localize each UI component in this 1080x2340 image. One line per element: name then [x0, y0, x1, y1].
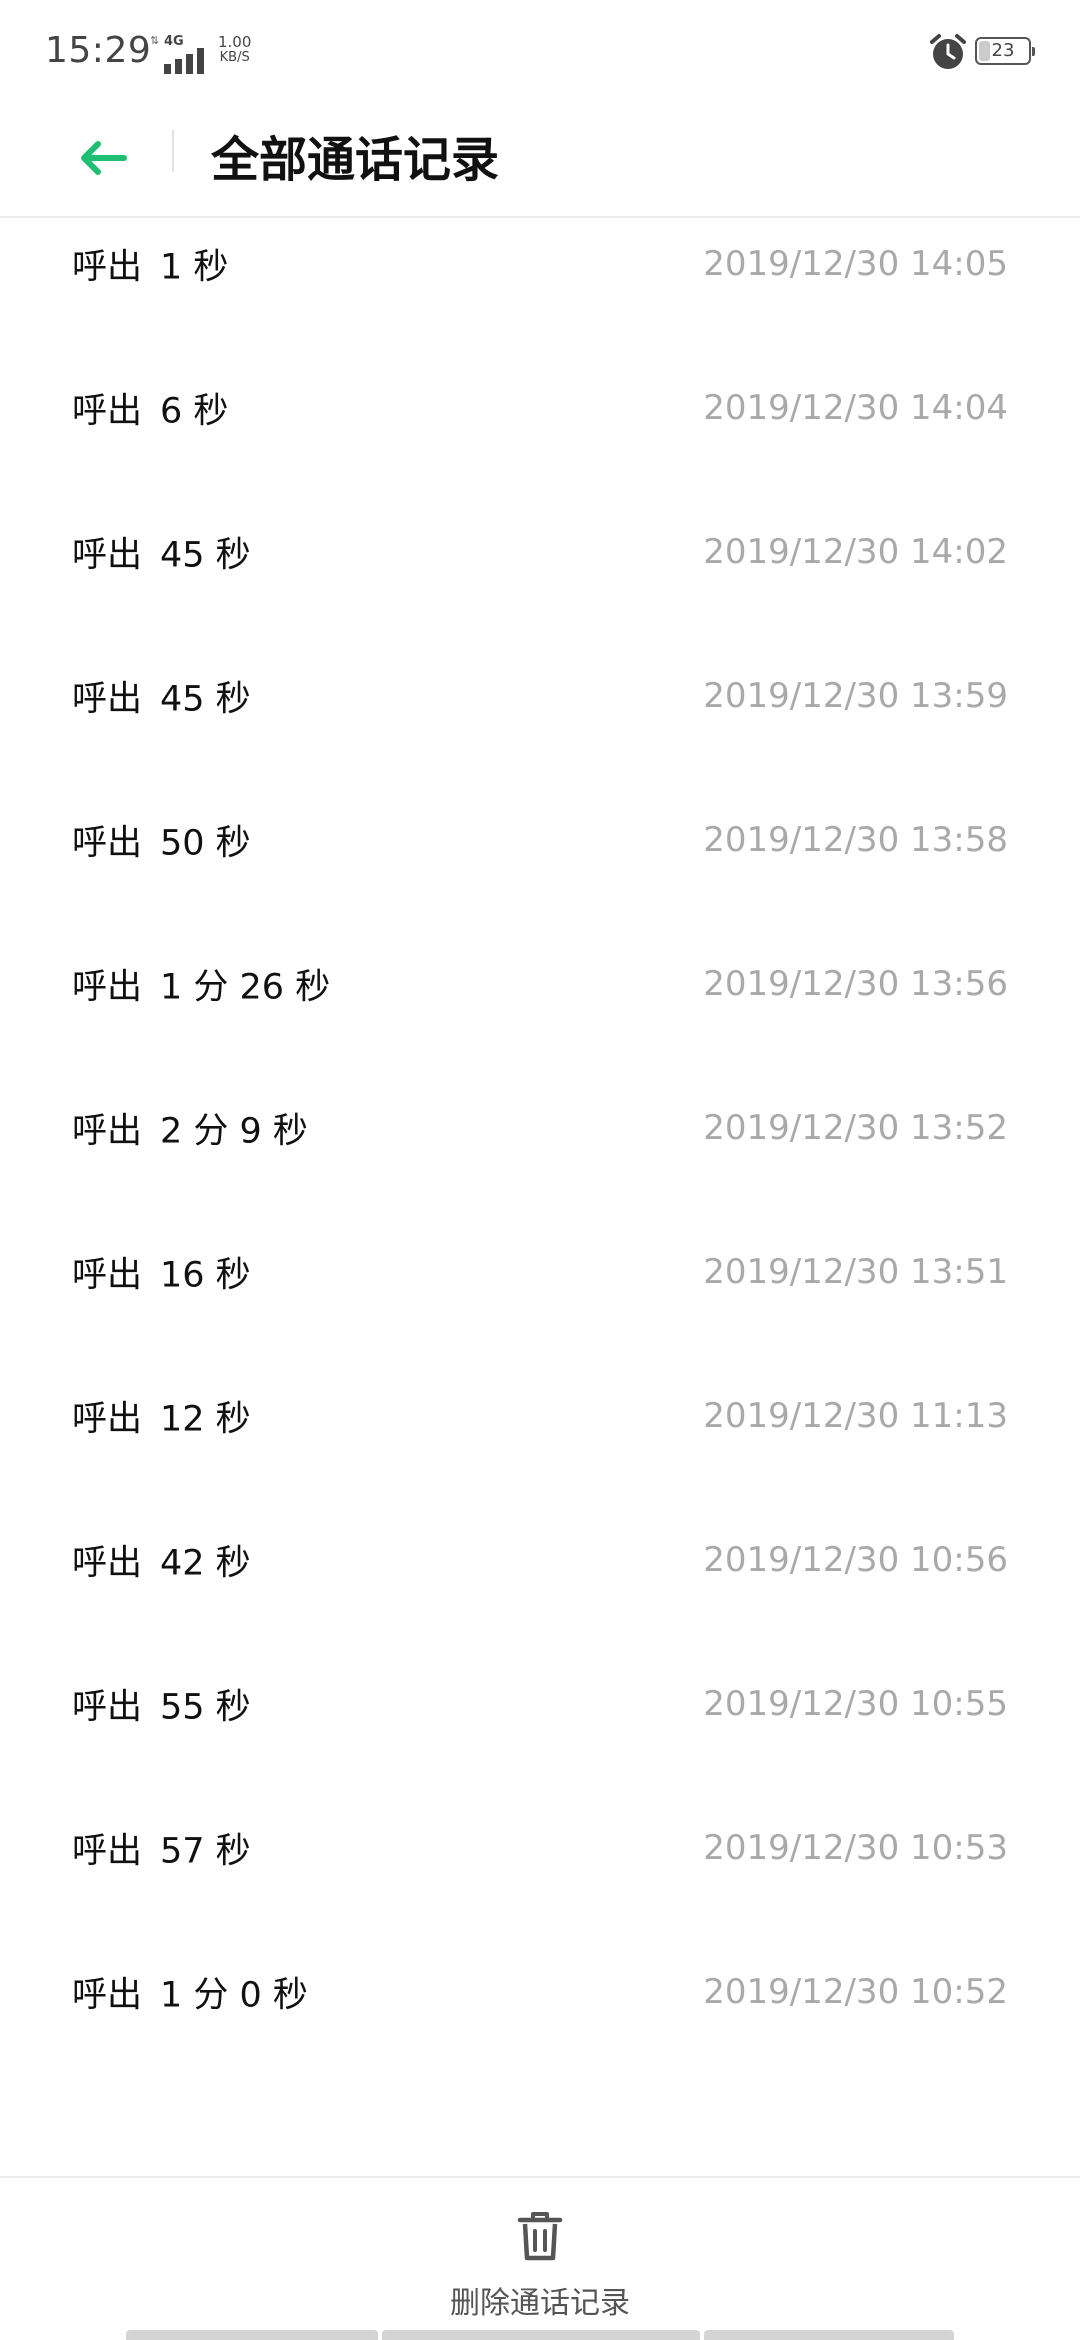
call-type: 呼出: [72, 1543, 143, 1584]
call-duration: 50 秒: [160, 823, 251, 864]
back-button[interactable]: [70, 122, 140, 192]
battery-level: [979, 41, 990, 61]
call-duration: 45 秒: [160, 535, 251, 576]
call-duration: 12 秒: [160, 1399, 251, 1440]
call-summary: 呼出 55 秒: [72, 1679, 251, 1730]
call-summary: 呼出 6 秒: [72, 383, 228, 434]
call-duration: 2 分 9 秒: [160, 1111, 308, 1152]
call-timestamp: 2019/12/30 10:52: [703, 1972, 1008, 2012]
call-summary: 呼出 45 秒: [72, 671, 251, 722]
call-log-row[interactable]: 呼出 12 秒 2019/12/30 11:13: [0, 1344, 1080, 1488]
call-timestamp: 2019/12/30 13:58: [703, 820, 1008, 860]
network-speed-value: 1.00: [218, 33, 252, 51]
call-timestamp: 2019/12/30 13:59: [703, 676, 1008, 716]
call-type: 呼出: [72, 1687, 143, 1728]
call-type: 呼出: [72, 1255, 143, 1296]
call-summary: 呼出 42 秒: [72, 1535, 251, 1586]
arrow-left-icon: [81, 141, 127, 175]
call-type: 呼出: [72, 535, 143, 576]
call-duration: 42 秒: [160, 1543, 251, 1584]
delete-call-log-button[interactable]: 删除通话记录: [400, 2200, 680, 2321]
network-speed-unit: KB/S: [219, 50, 250, 65]
network-type: 4G: [164, 34, 184, 49]
call-log-row[interactable]: 呼出 45 秒 2019/12/30 14:02: [0, 480, 1080, 624]
call-log-list[interactable]: 呼出 1 秒 2019/12/30 14:05 呼出 6 秒 2019/12/30 14:…: [0, 192, 1080, 2064]
nav-hint-left: [126, 2330, 378, 2340]
trash-icon: [517, 2212, 563, 2261]
call-timestamp: 2019/12/30 11:13: [703, 1396, 1008, 1436]
status-time: 15:29: [45, 30, 152, 71]
call-log-row[interactable]: 呼出 57 秒 2019/12/30 10:53: [0, 1776, 1080, 1920]
call-duration: 57 秒: [160, 1831, 251, 1872]
call-timestamp: 2019/12/30 14:02: [703, 532, 1008, 572]
call-duration: 45 秒: [160, 679, 251, 720]
call-type: 呼出: [72, 1975, 143, 2016]
call-timestamp: 2019/12/30 13:52: [703, 1108, 1008, 1148]
network-speed: 1.00 KB/S: [218, 34, 251, 66]
delete-call-log-label: 删除通话记录: [450, 2286, 630, 2321]
call-summary: 呼出 57 秒: [72, 1823, 251, 1874]
call-log-row[interactable]: 呼出 50 秒 2019/12/30 13:58: [0, 768, 1080, 912]
battery-indicator: 23: [975, 37, 1035, 65]
call-type: 呼出: [72, 1399, 143, 1440]
call-type: 呼出: [72, 823, 143, 864]
call-duration: 1 分 0 秒: [160, 1975, 308, 2016]
data-activity-icon: ⇅: [150, 34, 160, 47]
call-log-row[interactable]: 呼出 1 秒 2019/12/30 14:05: [0, 192, 1080, 336]
call-type: 呼出: [72, 967, 143, 1008]
call-type: 呼出: [72, 391, 143, 432]
call-timestamp: 2019/12/30 14:05: [703, 244, 1008, 284]
call-timestamp: 2019/12/30 10:55: [703, 1684, 1008, 1724]
call-summary: 呼出 45 秒: [72, 527, 251, 578]
call-type: 呼出: [72, 247, 143, 288]
call-summary: 呼出 16 秒: [72, 1247, 251, 1298]
bottom-action-bar: 删除通话记录: [0, 2176, 1080, 2340]
alarm-clock-icon: [930, 34, 966, 69]
call-timestamp: 2019/12/30 10:53: [703, 1828, 1008, 1868]
call-timestamp: 2019/12/30 10:56: [703, 1540, 1008, 1580]
battery-percent: 23: [991, 40, 1015, 61]
call-summary: 呼出 1 分 0 秒: [72, 1967, 308, 2018]
call-log-row[interactable]: 呼出 45 秒 2019/12/30 13:59: [0, 624, 1080, 768]
call-duration: 1 秒: [160, 247, 229, 288]
page-title: 全部通话记录: [211, 132, 500, 188]
call-summary: 呼出 1 秒: [72, 239, 228, 290]
call-log-row[interactable]: 呼出 2 分 9 秒 2019/12/30 13:52: [0, 1056, 1080, 1200]
call-type: 呼出: [72, 679, 143, 720]
call-duration: 1 分 26 秒: [160, 967, 331, 1008]
call-timestamp: 2019/12/30 13:56: [703, 964, 1008, 1004]
phone-screen: 15:29 ⇅ 4G 1.00 KB/S 23 全部通话记录 呼出 1 秒 20…: [0, 0, 1080, 2340]
call-log-row[interactable]: 呼出 1 分 0 秒 2019/12/30 10:52: [0, 1920, 1080, 2064]
signal-bars-icon: [164, 48, 204, 74]
call-log-row[interactable]: 呼出 55 秒 2019/12/30 10:55: [0, 1632, 1080, 1776]
call-log-row[interactable]: 呼出 16 秒 2019/12/30 13:51: [0, 1200, 1080, 1344]
call-summary: 呼出 50 秒: [72, 815, 251, 866]
call-duration: 6 秒: [160, 391, 229, 432]
nav-hint-right: [704, 2330, 954, 2340]
call-summary: 呼出 2 分 9 秒: [72, 1103, 308, 1154]
call-timestamp: 2019/12/30 14:04: [703, 388, 1008, 428]
call-log-row[interactable]: 呼出 1 分 26 秒 2019/12/30 13:56: [0, 912, 1080, 1056]
header-divider: [172, 130, 174, 172]
call-timestamp: 2019/12/30 13:51: [703, 1252, 1008, 1292]
status-bar: 15:29 ⇅ 4G 1.00 KB/S 23: [0, 0, 1080, 100]
call-log-row[interactable]: 呼出 42 秒 2019/12/30 10:56: [0, 1488, 1080, 1632]
nav-hint-center: [382, 2330, 700, 2340]
call-log-row[interactable]: 呼出 6 秒 2019/12/30 14:04: [0, 336, 1080, 480]
call-type: 呼出: [72, 1831, 143, 1872]
call-duration: 16 秒: [160, 1255, 251, 1296]
call-summary: 呼出 1 分 26 秒: [72, 959, 330, 1010]
call-summary: 呼出 12 秒: [72, 1391, 251, 1442]
call-type: 呼出: [72, 1111, 143, 1152]
call-duration: 55 秒: [160, 1687, 251, 1728]
cellular-signal: ⇅ 4G: [150, 34, 210, 74]
